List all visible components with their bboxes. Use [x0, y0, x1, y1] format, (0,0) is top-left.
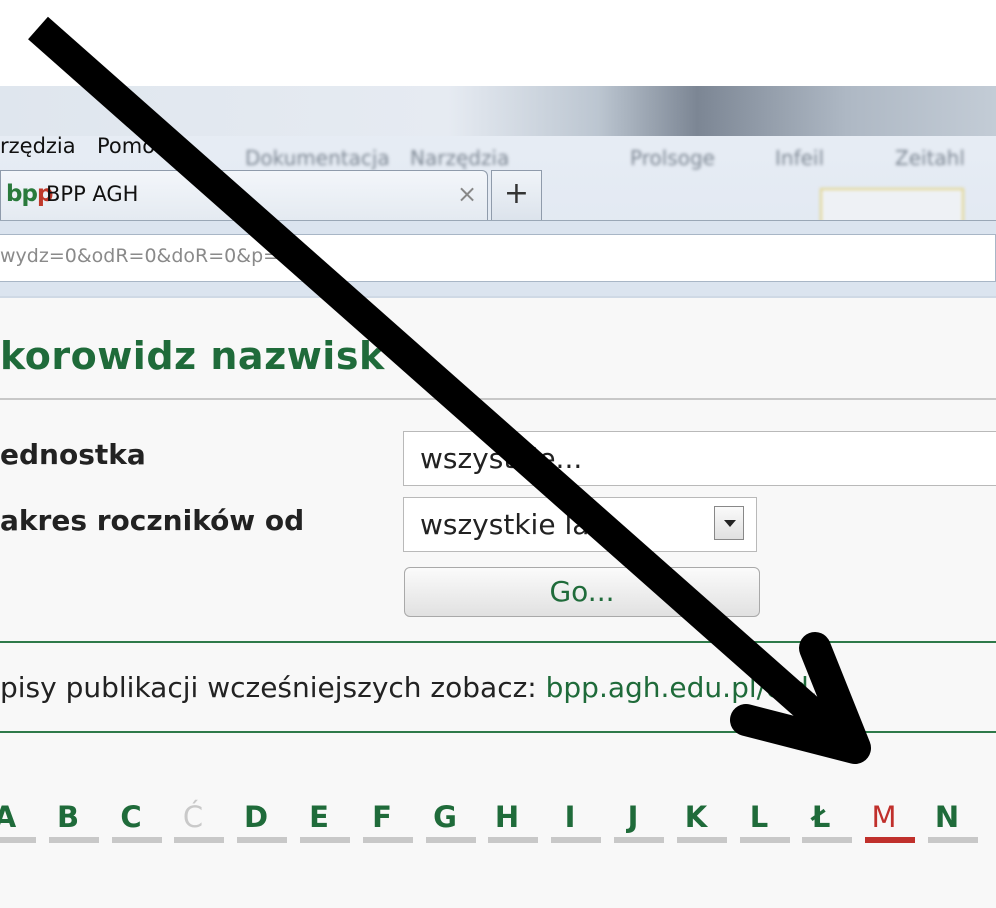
- alphabet-underline: [300, 837, 350, 843]
- alphabet-letter-Ć: Ć: [182, 800, 204, 834]
- alphabet-letter-F[interactable]: F: [357, 800, 407, 834]
- alphabet-underline: [0, 837, 36, 843]
- unit-label: ednostka: [0, 438, 146, 471]
- info-text: pisy publikacji wcześniejszych zobacz: b…: [0, 671, 818, 704]
- title-divider: [0, 398, 996, 400]
- alphabet-underline: [112, 837, 162, 843]
- alphabet-letter-J[interactable]: J: [608, 800, 658, 834]
- alphabet-letter-I[interactable]: I: [545, 800, 595, 834]
- alphabet-underline: [614, 837, 664, 843]
- tab-title: BPP AGH: [46, 182, 139, 206]
- alphabet-underline: [928, 837, 978, 843]
- top-blank-area: [0, 0, 996, 86]
- blurred-menu-item: Narzędzia: [410, 146, 510, 170]
- alphabet-underline: [551, 837, 601, 843]
- alphabet-underline: [426, 837, 476, 843]
- alphabet-letter-G[interactable]: G: [420, 800, 470, 834]
- blurred-menu-item: Infeil: [775, 146, 825, 170]
- menu-item-help[interactable]: Pomo: [97, 134, 155, 158]
- menu-bar: [0, 86, 996, 136]
- tab-close-icon[interactable]: ×: [457, 180, 477, 208]
- blurred-menu-item: Dokumentacja: [245, 146, 390, 170]
- year-range-label: akres roczników od: [0, 504, 305, 537]
- alphabet-letter-H[interactable]: H: [482, 800, 532, 834]
- alphabet-letter-D[interactable]: D: [231, 800, 281, 834]
- alphabet-letter-M[interactable]: M: [859, 800, 909, 834]
- alphabet-letter-E[interactable]: E: [294, 800, 344, 834]
- alphabet-underline: [802, 837, 852, 843]
- alphabet-letter-A[interactable]: A: [0, 800, 30, 834]
- page-title: korowidz nazwisk: [0, 334, 385, 378]
- old-publications-link[interactable]: bpp.agh.edu.pl/old: [546, 671, 809, 704]
- alphabet-underline: [677, 837, 727, 843]
- blurred-menu-item: Prolsoge: [630, 146, 715, 170]
- go-button[interactable]: Go...: [404, 567, 760, 617]
- alphabet-underline: [363, 837, 413, 843]
- address-bar-text: wydz=0&odR=0&doR=0&p=M: [0, 245, 296, 267]
- alphabet-letter-Ł[interactable]: Ł: [796, 800, 846, 834]
- unit-select[interactable]: wszystkie...: [403, 431, 996, 486]
- alphabet-underline: [237, 837, 287, 843]
- new-tab-button[interactable]: +: [491, 170, 542, 220]
- alphabet-underline: [740, 837, 790, 843]
- dropdown-arrow-icon[interactable]: [714, 506, 744, 540]
- alphabet-letter-N[interactable]: N: [922, 800, 972, 834]
- year-from-select[interactable]: wszystkie la: [403, 497, 757, 552]
- alphabet-letter-L[interactable]: L: [734, 800, 784, 834]
- alphabet-underline: [488, 837, 538, 843]
- alphabet-letter-B[interactable]: B: [43, 800, 93, 834]
- blurred-menu-item: Zeitahl: [895, 146, 965, 170]
- alphabet-letter-K[interactable]: K: [671, 800, 721, 834]
- alphabet-underline: [174, 837, 224, 843]
- alphabet-underline: [865, 837, 915, 843]
- menu-item-tools[interactable]: rzędzia: [0, 134, 76, 158]
- alphabet-underline: [49, 837, 99, 843]
- alphabet-letter-C[interactable]: C: [106, 800, 156, 834]
